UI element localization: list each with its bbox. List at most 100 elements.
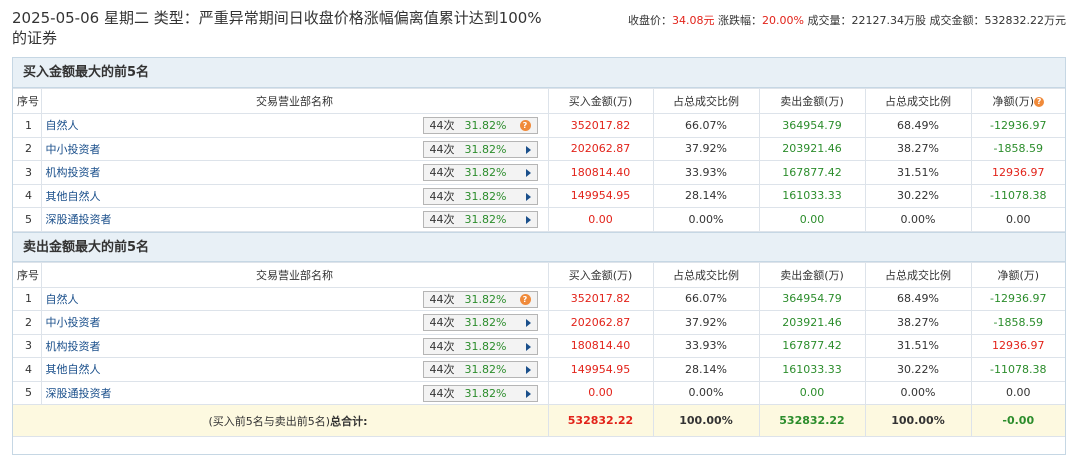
- play-arrow-icon[interactable]: [525, 366, 531, 374]
- badge-rate: 31.82%: [464, 292, 507, 306]
- net-amount: 0.00: [970, 380, 1065, 405]
- row-index: 1: [13, 286, 42, 311]
- volume-label: 成交量：: [807, 14, 852, 27]
- page-title: 2025-05-06 星期二 类型：严重异常期间日收盘价格涨幅偏离值累计达到10…: [12, 9, 542, 47]
- row-index: 3: [13, 160, 42, 185]
- broker-name-link[interactable]: 自然人: [46, 293, 79, 306]
- badge-times: 44次: [429, 189, 455, 203]
- badge-rate: 31.82%: [464, 213, 507, 226]
- sell-amount: 364954.79: [758, 113, 866, 138]
- row-index: 2: [13, 136, 42, 161]
- broker-name-link[interactable]: 其他自然人: [46, 190, 101, 203]
- net-amount: -12936.97: [970, 113, 1065, 138]
- badge-rate: 31.82%: [464, 316, 507, 329]
- broker-name-link[interactable]: 自然人: [46, 119, 79, 132]
- badge-rate: 31.82%: [464, 166, 507, 179]
- col-sell: 卖出金额(万): [758, 261, 866, 288]
- net-amount: 12936.97: [970, 333, 1065, 358]
- net-amount: -1858.59: [970, 136, 1065, 161]
- play-arrow-icon[interactable]: [525, 342, 531, 351]
- buy-amount: 352017.82: [547, 286, 654, 311]
- col-net: 净额(万): [970, 261, 1065, 288]
- badge-rate: 31.82%: [464, 189, 507, 203]
- sell-amount: 0.00: [758, 380, 866, 405]
- col-name: 交易营业部名称: [40, 88, 549, 114]
- buy-pct: 37.92%: [652, 136, 760, 161]
- play-arrow-icon[interactable]: [525, 319, 531, 327]
- badge-rate: 31.82%: [464, 386, 507, 400]
- stats-badge[interactable]: 44次 31.82%?: [422, 290, 538, 308]
- help-icon[interactable]: ?: [519, 120, 531, 131]
- sell-amount: 364954.79: [758, 286, 866, 311]
- stats-badge[interactable]: 44次 31.82%: [422, 211, 538, 228]
- buy-amount: 0.00: [547, 207, 654, 232]
- stats-badge[interactable]: 44次 31.82%: [422, 187, 538, 205]
- stats-badge[interactable]: 44次 31.82%: [422, 140, 538, 158]
- badge-rate: 31.82%: [464, 339, 507, 353]
- row-index: 4: [13, 357, 42, 382]
- table-row: 5 深股通投资者 44次 31.82% 0.00 0.00% 0.00 0.00% 0.00: [13, 207, 1065, 232]
- badge-times: 44次: [429, 142, 455, 156]
- page-header: 2025-05-06 星期二 类型：严重异常期间日收盘价格涨幅偏离值累计达到10…: [0, 0, 1080, 50]
- sell-amount: 0.00: [758, 207, 866, 232]
- total-row: (买入前5名与卖出前5名)总合计: 532832.22 100.00% 5328…: [13, 404, 1065, 437]
- broker-cell: 中小投资者 44次 31.82%: [40, 136, 549, 161]
- broker-name-link[interactable]: 机构投资者: [46, 166, 101, 179]
- col-buy-pct: 占总成交比例: [652, 88, 760, 114]
- sell-pct: 0.00%: [864, 380, 972, 405]
- buy-pct: 66.07%: [652, 286, 760, 311]
- broker-name-link[interactable]: 中小投资者: [46, 316, 101, 329]
- table-row: 1 自然人 44次 31.82%? 352017.82 66.07% 364954.79 68…: [13, 113, 1065, 138]
- net-amount: 0.00: [970, 207, 1065, 232]
- buy-pct: 33.93%: [652, 333, 760, 358]
- stats-badge[interactable]: 44次 31.82%?: [422, 117, 538, 134]
- stats-badge[interactable]: 44次 31.82%: [422, 361, 538, 378]
- total-net: -0.00: [970, 404, 1065, 437]
- play-arrow-icon[interactable]: [525, 389, 531, 398]
- play-arrow-icon[interactable]: [525, 145, 531, 154]
- sell-pct: 68.49%: [864, 113, 972, 138]
- col-index: 序号: [13, 88, 42, 114]
- stats-badge[interactable]: 44次 31.82%: [422, 384, 538, 402]
- help-icon[interactable]: ?: [1034, 97, 1045, 107]
- stats-badge[interactable]: 44次 31.82%: [422, 337, 538, 355]
- stats-badge[interactable]: 44次 31.82%: [422, 164, 538, 181]
- buy-amount: 0.00: [547, 380, 654, 405]
- play-arrow-icon[interactable]: [525, 216, 531, 224]
- sell-amount: 161033.33: [758, 183, 866, 208]
- broker-name-link[interactable]: 机构投资者: [46, 340, 101, 353]
- play-arrow-icon[interactable]: [525, 169, 531, 177]
- buy-pct: 33.93%: [652, 160, 760, 185]
- broker-name-link[interactable]: 其他自然人: [46, 363, 101, 376]
- buy-pct: 0.00%: [652, 380, 760, 405]
- net-amount: 12936.97: [970, 160, 1065, 185]
- stats-badge[interactable]: 44次 31.82%: [422, 314, 538, 331]
- broker-name-link[interactable]: 深股通投资者: [46, 387, 112, 400]
- broker-name-link[interactable]: 中小投资者: [46, 143, 101, 156]
- buy-amount: 180814.40: [547, 160, 654, 185]
- row-index: 2: [13, 310, 42, 335]
- sell-rows: 1 自然人 44次 31.82%? 352017.82 66.07% 364954.79 68…: [13, 286, 1065, 405]
- sell-pct: 38.27%: [864, 136, 972, 161]
- buy-table: 序号 交易营业部名称 买入金额(万) 占总成交比例 卖出金额(万) 占总成交比例…: [13, 88, 1065, 232]
- badge-times: 44次: [429, 339, 455, 353]
- buy-rows: 1 自然人 44次 31.82%? 352017.82 66.07% 364954.79 68…: [13, 113, 1065, 232]
- play-arrow-icon[interactable]: [525, 192, 531, 201]
- close-value: 34.08元: [672, 14, 715, 27]
- buy-amount: 202062.87: [547, 310, 654, 335]
- close-label: 收盘价：: [628, 14, 673, 27]
- broker-cell: 深股通投资者 44次 31.82%: [40, 380, 549, 405]
- buy-pct: 0.00%: [652, 207, 760, 232]
- change-value: 20.00%: [762, 14, 804, 27]
- broker-name-link[interactable]: 深股通投资者: [46, 213, 112, 226]
- net-amount: -1858.59: [970, 310, 1065, 335]
- badge-times: 44次: [429, 386, 455, 400]
- buy-amount: 352017.82: [547, 113, 654, 138]
- buy-amount: 180814.40: [547, 333, 654, 358]
- sell-amount: 167877.42: [758, 333, 866, 358]
- buy-amount: 202062.87: [547, 136, 654, 161]
- volume-value: 22127.34万股: [851, 14, 927, 27]
- buy-pct: 28.14%: [652, 357, 760, 382]
- sell-pct: 31.51%: [864, 160, 972, 185]
- help-icon[interactable]: ?: [519, 293, 531, 305]
